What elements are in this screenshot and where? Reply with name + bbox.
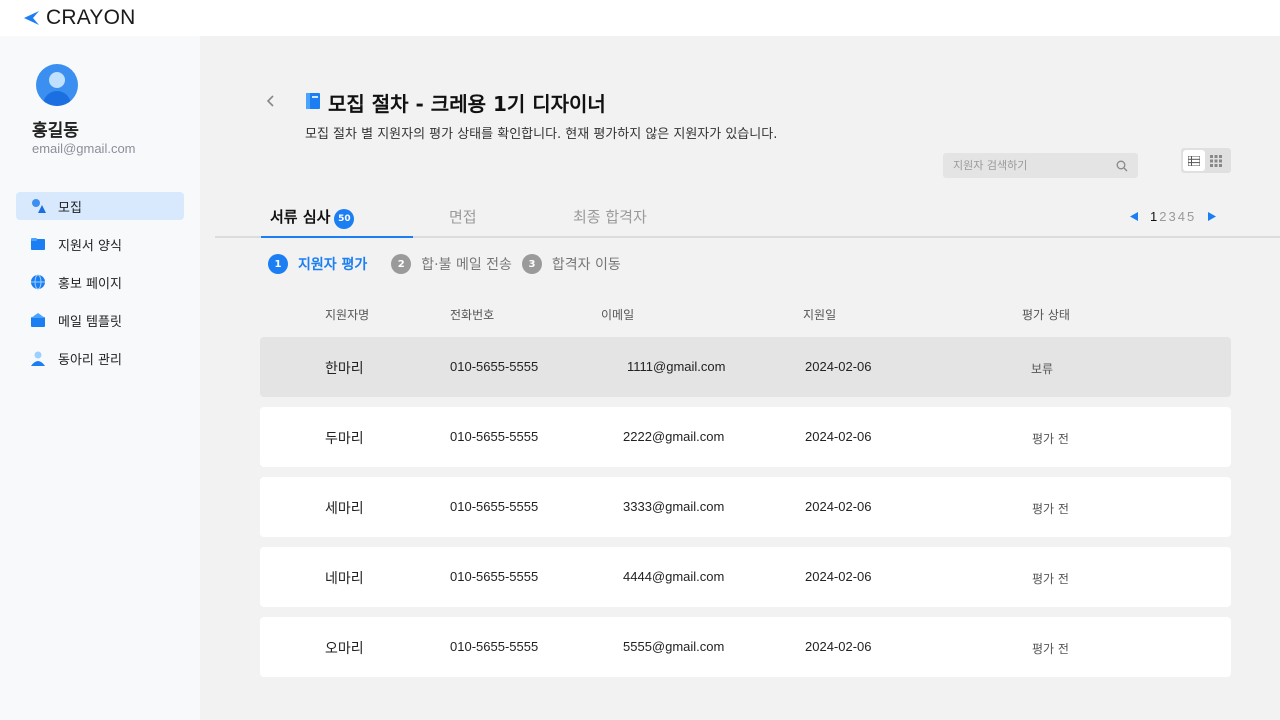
- step-send-result-mail[interactable]: 2 합·불 메일 전송: [391, 254, 512, 274]
- page-number[interactable]: 4: [1178, 209, 1185, 224]
- applicant-email: 2222@gmail.com: [623, 429, 725, 444]
- apply-date: 2024-02-06: [805, 639, 872, 654]
- page-number[interactable]: 2: [1159, 209, 1166, 224]
- table-row[interactable]: 오마리 010-5655-5555 5555@gmail.com 2024-02…: [260, 617, 1231, 677]
- applicant-name: 한마리: [325, 361, 364, 377]
- table-row[interactable]: 세마리 010-5655-5555 3333@gmail.com 2024-02…: [260, 477, 1231, 537]
- status-badge: 평가 전: [1032, 432, 1069, 446]
- step-evaluate-applicants[interactable]: 1 지원자 평가: [268, 254, 367, 274]
- sidebar-item-label: 지원서 양식: [58, 238, 122, 254]
- list-view-button[interactable]: [1183, 150, 1205, 171]
- top-bar: CRAYON: [0, 0, 1280, 36]
- search-icon[interactable]: [1116, 160, 1128, 172]
- status-badge: 평가 전: [1032, 642, 1069, 656]
- applicant-phone: 010-5655-5555: [450, 569, 539, 584]
- applicant-name: 세마리: [325, 501, 364, 517]
- pagination: 1 2 3 4 5: [1130, 209, 1217, 224]
- mailbox-icon: [31, 313, 45, 327]
- main-content: 모집 절차 - 크레용 1기 디자이너 모집 절차 별 지원자의 평가 상태를 …: [200, 36, 1280, 720]
- applicant-phone: 010-5655-5555: [450, 359, 539, 374]
- column-header-status: 평가 상태: [1022, 308, 1070, 322]
- step-number: 3: [521, 254, 542, 274]
- sidebar-item-promo-page[interactable]: 홍보 페이지: [16, 268, 184, 296]
- page-number[interactable]: 5: [1187, 209, 1194, 224]
- next-page-icon[interactable]: [1207, 212, 1217, 221]
- tab-label: 면접: [449, 208, 477, 226]
- applicant-email: 3333@gmail.com: [623, 499, 725, 514]
- sidebar-item-label: 모집: [58, 200, 82, 216]
- column-header-date: 지원일: [803, 308, 837, 322]
- applicant-name: 오마리: [325, 641, 364, 657]
- sidebar-item-application-form[interactable]: 지원서 양식: [16, 230, 184, 258]
- user-name: 홍길동: [32, 121, 79, 141]
- table-row[interactable]: 한마리 010-5655-5555 1111@gmail.com 2024-02…: [260, 337, 1231, 397]
- tab-label: 서류 심사: [270, 208, 331, 226]
- status-badge: 평가 전: [1032, 572, 1069, 586]
- applicant-name: 네마리: [325, 571, 364, 587]
- tab-document-review[interactable]: 서류 심사 50: [261, 206, 413, 238]
- applicant-email: 5555@gmail.com: [623, 639, 725, 654]
- tab-label: 최종 합격자: [573, 208, 647, 226]
- status-badge: 평가 전: [1032, 502, 1069, 516]
- sidebar-item-mail-template[interactable]: 메일 템플릿: [16, 306, 184, 334]
- prev-page-icon[interactable]: [1130, 212, 1139, 221]
- step-label: 지원자 평가: [298, 257, 368, 273]
- table-row[interactable]: 네마리 010-5655-5555 4444@gmail.com 2024-02…: [260, 547, 1231, 607]
- step-label: 합·불 메일 전송: [421, 257, 512, 273]
- apply-date: 2024-02-06: [805, 499, 872, 514]
- view-toggle: [1181, 148, 1231, 173]
- avatar[interactable]: [36, 64, 78, 106]
- apply-date: 2024-02-06: [805, 569, 872, 584]
- sidebar-item-club-management[interactable]: 동아리 관리: [16, 344, 184, 372]
- sidebar: 홍길동 email@gmail.com 모집 지원서 양식 홍보 페이지 메일 …: [0, 36, 200, 720]
- page-number[interactable]: 3: [1168, 209, 1175, 224]
- tab-interview[interactable]: 면접: [449, 206, 477, 238]
- step-label: 합격자 이동: [551, 257, 621, 273]
- recruit-icon: [32, 199, 46, 213]
- sidebar-item-recruit[interactable]: 모집: [16, 192, 184, 220]
- applicant-phone: 010-5655-5555: [450, 499, 539, 514]
- applicant-phone: 010-5655-5555: [450, 639, 539, 654]
- page-number[interactable]: 1: [1150, 209, 1157, 224]
- column-header-email: 이메일: [601, 308, 635, 322]
- grid-view-icon: [1210, 154, 1222, 167]
- globe-icon: [31, 274, 45, 290]
- step-number: 2: [391, 254, 412, 274]
- applicant-email: 4444@gmail.com: [623, 569, 725, 584]
- sidebar-nav: 모집 지원서 양식 홍보 페이지 메일 템플릿 동아리 관리: [16, 192, 184, 382]
- user-email: email@gmail.com: [32, 141, 136, 156]
- applicant-search: [943, 153, 1138, 178]
- search-input[interactable]: [953, 159, 1113, 172]
- list-view-icon: [1188, 155, 1200, 166]
- step-number: 1: [268, 254, 288, 274]
- column-header-phone: 전화번호: [450, 308, 495, 322]
- page-description: 모집 절차 별 지원자의 평가 상태를 확인합니다. 현재 평가하지 않은 지원…: [305, 127, 778, 142]
- grid-view-button[interactable]: [1205, 150, 1227, 171]
- apply-date: 2024-02-06: [805, 429, 872, 444]
- apply-date: 2024-02-06: [805, 359, 872, 374]
- sidebar-item-label: 동아리 관리: [58, 352, 122, 368]
- status-badge: 보류: [1031, 362, 1054, 376]
- club-person-icon: [31, 351, 45, 366]
- tab-final-accepted[interactable]: 최종 합격자: [573, 206, 647, 238]
- step-move-accepted[interactable]: 3 합격자 이동: [521, 254, 621, 274]
- applicant-name: 두마리: [325, 431, 364, 447]
- stage-tabs: 서류 심사 50 면접 최종 합격자: [215, 196, 1280, 238]
- table-row[interactable]: 두마리 010-5655-5555 2222@gmail.com 2024-02…: [260, 407, 1231, 467]
- applicant-list: 한마리 010-5655-5555 1111@gmail.com 2024-02…: [260, 337, 1231, 687]
- logo-text[interactable]: CRAYON: [46, 6, 136, 30]
- sidebar-item-label: 메일 템플릿: [58, 314, 122, 330]
- book-icon: [306, 93, 320, 109]
- page-title: 모집 절차 - 크레용 1기 디자이너: [328, 92, 606, 116]
- applicant-email: 1111@gmail.com: [627, 359, 726, 374]
- table-header: 지원자명 전화번호 이메일 지원일 평가 상태: [260, 306, 1230, 326]
- column-header-name: 지원자명: [325, 308, 370, 322]
- form-folder-icon: [31, 238, 45, 250]
- chevron-left-icon[interactable]: [264, 92, 278, 110]
- crayon-logo-icon: [24, 11, 39, 25]
- sidebar-item-label: 홍보 페이지: [58, 276, 122, 292]
- applicant-phone: 010-5655-5555: [450, 429, 539, 444]
- tab-count-badge: 50: [334, 209, 355, 229]
- process-steps: 1 지원자 평가 2 합·불 메일 전송 3 합격자 이동: [268, 254, 631, 274]
